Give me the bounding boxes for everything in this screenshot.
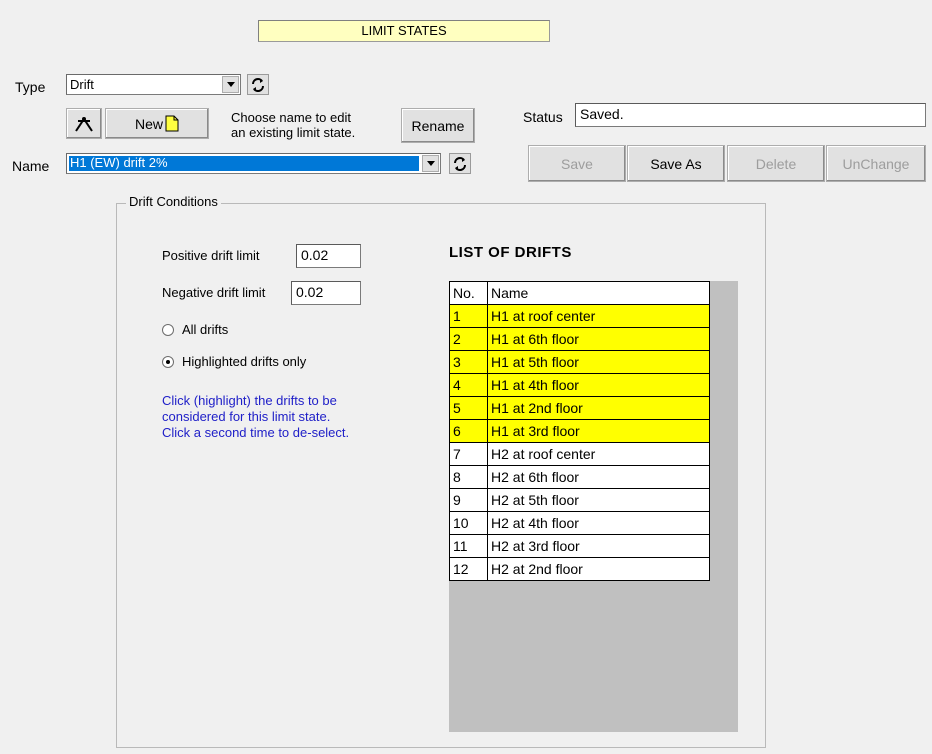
row-name[interactable]: H1 at roof center [487,304,710,328]
row-number[interactable]: 9 [449,488,488,512]
refresh-icon [252,77,264,92]
table-row[interactable]: 11 H2 at 3rd floor [449,534,710,558]
edit-hint: Choose name to edit an existing limit st… [231,110,355,140]
type-dropdown[interactable]: Drift [66,74,241,95]
table-row[interactable]: 2 H1 at 6th floor [449,327,710,351]
table-row[interactable]: 7 H2 at roof center [449,442,710,466]
row-name[interactable]: H2 at 4th floor [487,511,710,535]
help-text: Click (highlight) the drifts to be consi… [162,393,349,441]
help-line-2: considered for this limit state. [162,409,331,424]
table-row[interactable]: 12 H2 at 2nd floor [449,557,710,581]
row-number[interactable]: 1 [449,304,488,328]
row-name[interactable]: H2 at roof center [487,442,710,466]
table-row[interactable]: 10 H2 at 4th floor [449,511,710,535]
name-dropdown[interactable]: H1 (EW) drift 2% [66,153,441,174]
chevron-down-icon[interactable] [222,76,239,93]
row-name[interactable]: H1 at 5th floor [487,350,710,374]
row-number[interactable]: 10 [449,511,488,535]
help-line-1: Click (highlight) the drifts to be [162,393,337,408]
row-name[interactable]: H1 at 3rd floor [487,419,710,443]
row-name[interactable]: H2 at 2nd floor [487,557,710,581]
refresh-type-button[interactable] [247,74,269,95]
group-title: Drift Conditions [126,193,221,211]
row-name[interactable]: H2 at 6th floor [487,465,710,489]
table-row[interactable]: 4 H1 at 4th floor [449,373,710,397]
compass-icon [75,116,93,132]
table-row[interactable]: 8 H2 at 6th floor [449,465,710,489]
column-header-no: No. [449,281,488,305]
positive-drift-input[interactable]: 0.02 [296,244,361,268]
row-number[interactable]: 3 [449,350,488,374]
highlighted-drifts-option[interactable]: Highlighted drifts only [162,354,306,369]
row-number[interactable]: 7 [449,442,488,466]
row-number[interactable]: 11 [449,534,488,558]
highlighted-drifts-radio[interactable] [162,355,174,368]
row-number[interactable]: 6 [449,419,488,443]
chevron-down-icon[interactable] [422,155,439,172]
save-button[interactable]: Save [528,145,626,182]
wizard-button[interactable] [66,108,102,139]
name-label: Name [12,158,50,174]
new-document-icon [165,115,179,132]
refresh-icon [454,156,466,171]
table-header-row: No. Name [449,281,710,305]
hint-line-2: an existing limit state. [231,125,356,140]
row-name[interactable]: H2 at 5th floor [487,488,710,512]
row-name[interactable]: H1 at 2nd floor [487,396,710,420]
table-row[interactable]: 6 H1 at 3rd floor [449,419,710,443]
negative-drift-label: Negative drift limit [162,285,266,300]
list-heading: LIST OF DRIFTS [449,244,572,261]
column-header-name: Name [487,281,710,305]
type-label: Type [15,79,46,95]
all-drifts-label: All drifts [182,322,229,337]
refresh-name-button[interactable] [449,153,471,174]
row-number[interactable]: 12 [449,557,488,581]
drift-table: No. Name 1 H1 at roof center 2 H1 at 6th fl… [449,281,710,581]
table-row[interactable]: 9 H2 at 5th floor [449,488,710,512]
unchange-button[interactable]: UnChange [826,145,926,182]
row-name[interactable]: H1 at 4th floor [487,373,710,397]
help-line-3: Click a second time to de-select. [162,425,350,440]
row-number[interactable]: 8 [449,465,488,489]
row-number[interactable]: 4 [449,373,488,397]
row-number[interactable]: 5 [449,396,488,420]
negative-drift-input[interactable]: 0.02 [291,281,361,305]
table-row[interactable]: 5 H1 at 2nd floor [449,396,710,420]
save-as-button[interactable]: Save As [627,145,725,182]
positive-drift-label: Positive drift limit [162,248,260,263]
rename-button[interactable]: Rename [401,108,475,143]
table-row[interactable]: 1 H1 at roof center [449,304,710,328]
type-value: Drift [70,77,94,92]
page-title: LIMIT STATES [258,20,550,42]
hint-line-1: Choose name to edit [231,110,351,125]
name-value: H1 (EW) drift 2% [70,155,168,170]
table-row[interactable]: 3 H1 at 5th floor [449,350,710,374]
status-label: Status [523,109,563,125]
new-button[interactable]: New [105,108,209,139]
all-drifts-radio[interactable] [162,323,174,336]
delete-button[interactable]: Delete [727,145,825,182]
highlighted-drifts-label: Highlighted drifts only [182,354,307,369]
row-name[interactable]: H2 at 3rd floor [487,534,710,558]
row-name[interactable]: H1 at 6th floor [487,327,710,351]
new-label: New [134,115,163,132]
status-field: Saved. [575,103,926,127]
row-number[interactable]: 2 [449,327,488,351]
all-drifts-option[interactable]: All drifts [162,322,228,337]
